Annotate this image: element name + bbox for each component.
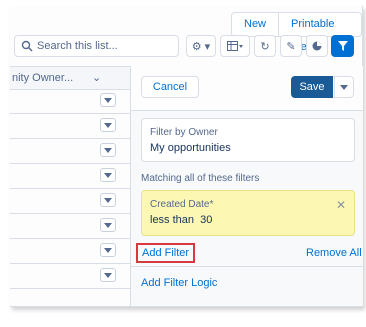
- table-row: [10, 164, 130, 189]
- list-search-input[interactable]: Search this list...: [14, 35, 179, 57]
- gear-icon: ⚙ ▾: [191, 40, 211, 53]
- table-header: nity Owner... ⌄: [10, 66, 130, 90]
- list-settings-button[interactable]: ⚙ ▾: [186, 35, 216, 57]
- table-row: [10, 214, 130, 239]
- filter-panel-header: Cancel Save: [131, 66, 363, 111]
- close-icon[interactable]: ✕: [336, 198, 346, 212]
- row-actions-dropdown[interactable]: [100, 168, 116, 182]
- header-button-group: New Printable View: [231, 12, 362, 53]
- panel-divider: [131, 266, 363, 267]
- table-row: [10, 114, 130, 139]
- row-actions-dropdown[interactable]: [100, 243, 116, 257]
- table-row: [10, 139, 130, 164]
- filter-panel: Cancel Save Filter by Owner My opportuni…: [130, 66, 363, 306]
- row-actions-dropdown[interactable]: [100, 218, 116, 232]
- row-actions-dropdown[interactable]: [100, 268, 116, 282]
- table-icon: [227, 41, 243, 51]
- records-table: nity Owner... ⌄: [10, 66, 130, 306]
- row-actions-dropdown[interactable]: [100, 193, 116, 207]
- remove-all-link[interactable]: Remove All: [306, 247, 362, 259]
- pencil-icon: ✎: [286, 40, 296, 53]
- charts-button[interactable]: [306, 35, 328, 57]
- edit-list-button[interactable]: ✎: [280, 35, 302, 57]
- table-row: [10, 89, 130, 114]
- filter-field-label: Created Date*: [150, 199, 214, 210]
- add-filter-link[interactable]: Add Filter: [136, 243, 196, 263]
- save-options-button[interactable]: [334, 76, 354, 98]
- cancel-button[interactable]: Cancel: [141, 76, 199, 98]
- filters-button[interactable]: [331, 35, 354, 57]
- refresh-icon: ↻: [260, 40, 270, 53]
- row-actions-dropdown[interactable]: [100, 143, 116, 157]
- table-row: [10, 264, 130, 289]
- owner-filter-value: My opportunities: [150, 142, 231, 154]
- filter-icon: [337, 41, 348, 51]
- column-header-owner[interactable]: nity Owner...: [12, 72, 73, 84]
- owner-filter-card[interactable]: Filter by Owner My opportunities: [141, 118, 355, 162]
- add-filter-logic-link[interactable]: Add Filter Logic: [141, 277, 217, 289]
- created-date-filter-card[interactable]: Created Date* less than 30 ✕: [141, 190, 355, 236]
- printable-view-button[interactable]: Printable View: [278, 13, 361, 53]
- search-placeholder: Search this list...: [37, 40, 118, 52]
- filter-condition-value: less than 30: [150, 214, 213, 226]
- chevron-down-icon[interactable]: ⌄: [92, 71, 101, 84]
- matching-filters-heading: Matching all of these filters: [141, 173, 260, 184]
- table-row: [10, 239, 130, 264]
- row-actions-dropdown[interactable]: [100, 93, 116, 107]
- search-icon: [21, 40, 33, 52]
- refresh-button[interactable]: ↻: [254, 35, 276, 57]
- row-actions-dropdown[interactable]: [100, 118, 116, 132]
- save-button[interactable]: Save: [291, 76, 333, 98]
- owner-filter-label: Filter by Owner: [150, 127, 218, 138]
- display-as-button[interactable]: [220, 35, 250, 57]
- table-row: [10, 189, 130, 214]
- new-button[interactable]: New: [232, 13, 278, 36]
- chart-icon: [312, 41, 322, 51]
